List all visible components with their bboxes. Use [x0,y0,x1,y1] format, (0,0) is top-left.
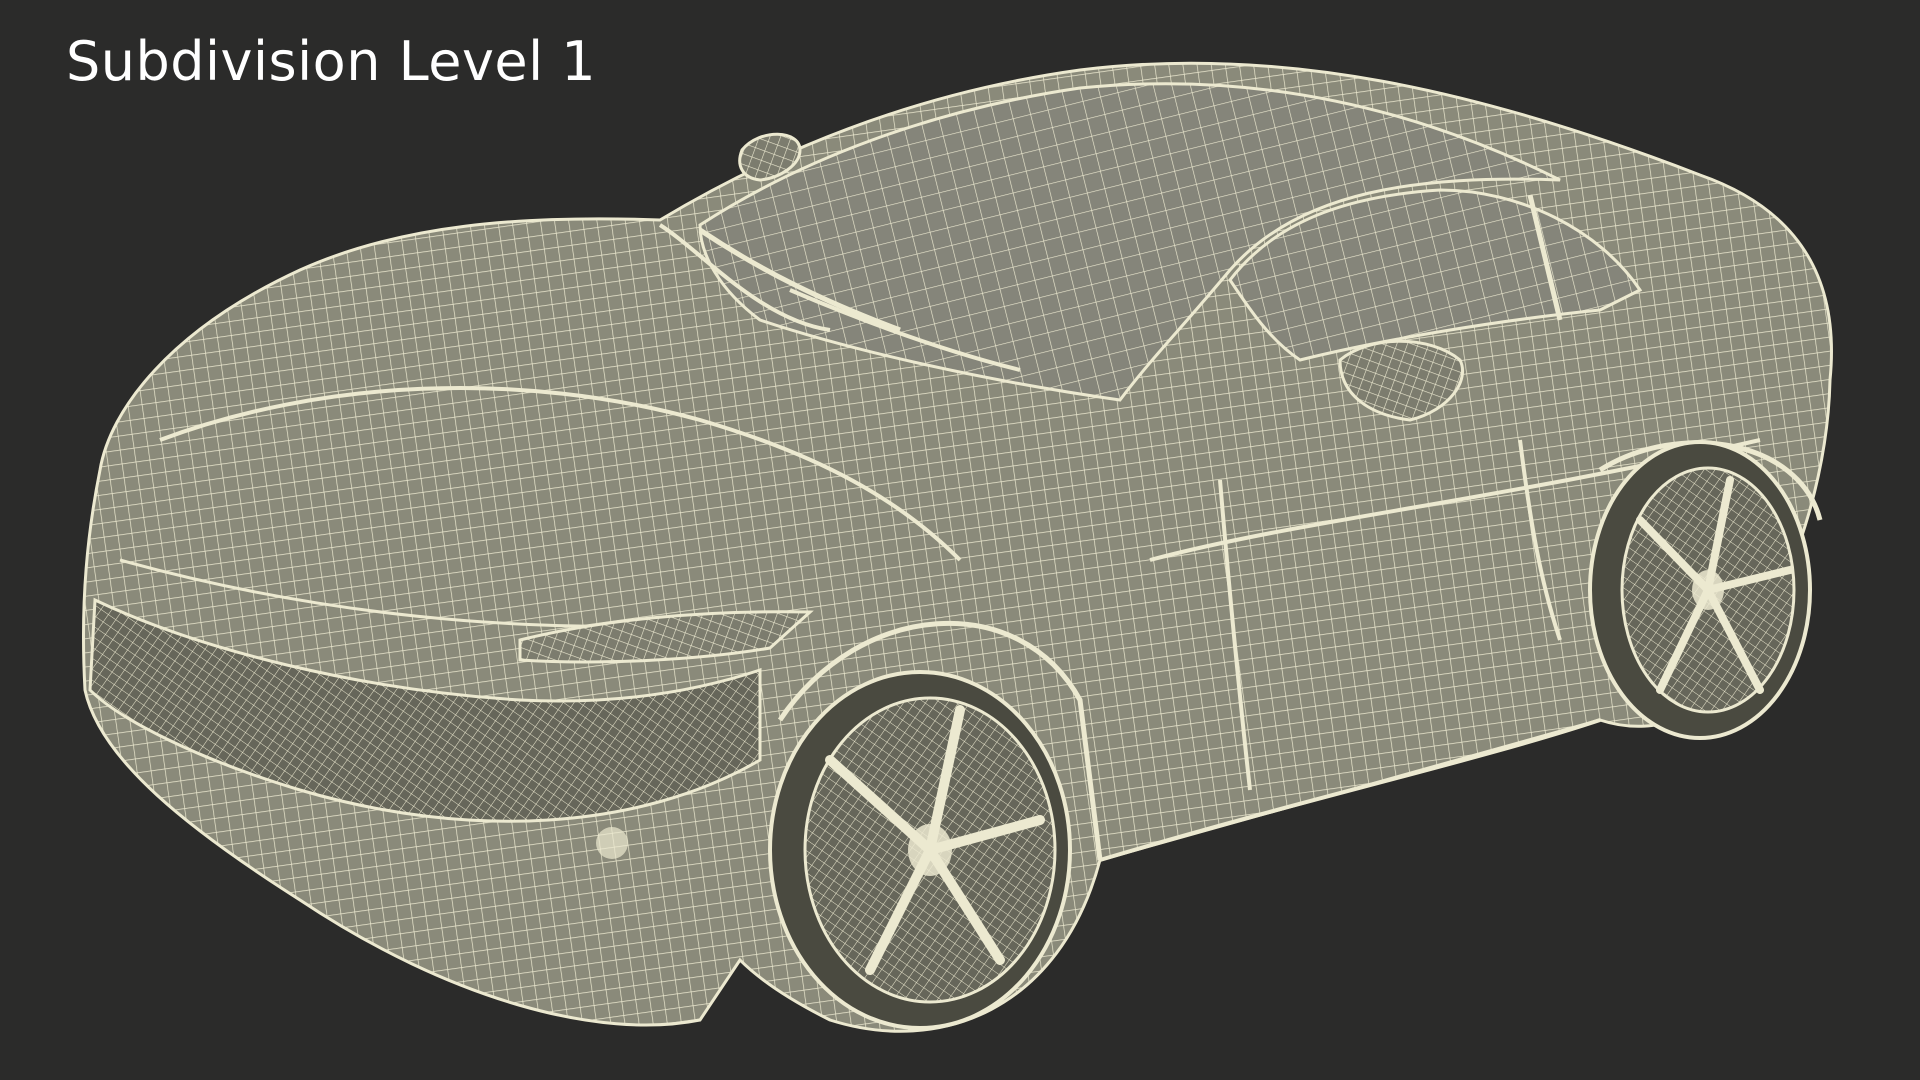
render-viewport: Subdivision Level 1 [0,0,1920,1080]
car-wireframe-render [81,61,1833,1033]
rear-wheel [1588,440,1812,740]
fog-light [596,827,628,859]
front-wheel [768,670,1072,1030]
